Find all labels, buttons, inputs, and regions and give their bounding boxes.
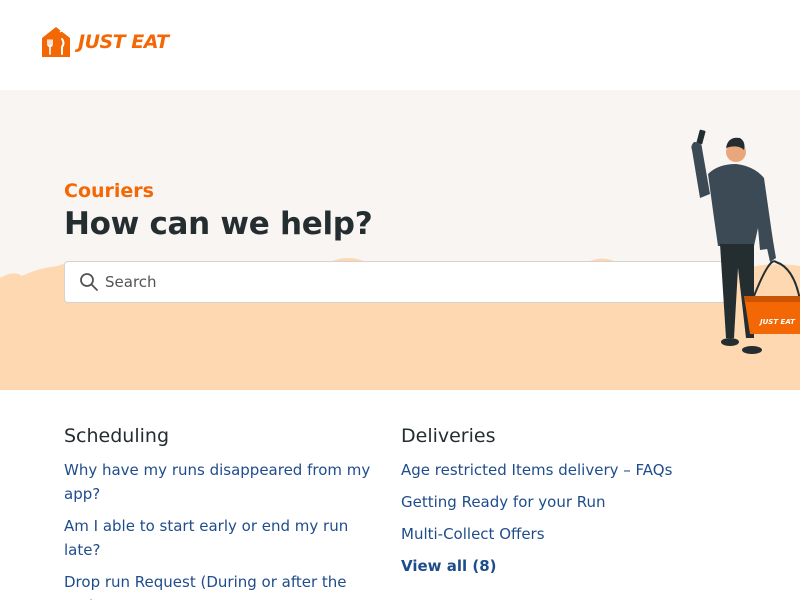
page-title: How can we help?: [64, 206, 373, 242]
article-link[interactable]: Am I able to start early or end my run l…: [64, 514, 374, 562]
courier-with-basket-illustration: JUST EAT: [691, 129, 800, 354]
category-title: Deliveries: [401, 425, 496, 447]
hero-subtitle: Couriers: [64, 180, 154, 202]
site-header: JUST EAT: [0, 0, 800, 90]
logo-wordmark: JUST EAT: [78, 31, 169, 53]
article-link[interactable]: Multi-Collect Offers: [401, 522, 711, 546]
search-input[interactable]: [105, 262, 715, 302]
article-link[interactable]: Drop run Request (During or after the ru…: [64, 570, 374, 600]
hero-banner: Couriers How can we help? JUST EAT: [0, 90, 800, 390]
article-link[interactable]: Why have my runs disappeared from my app…: [64, 458, 374, 506]
search-icon: [80, 273, 98, 291]
basket-logo-text: JUST EAT: [758, 318, 796, 326]
article-link[interactable]: Getting Ready for your Run: [401, 490, 711, 514]
article-link[interactable]: Age restricted Items delivery – FAQs: [401, 458, 711, 482]
just-eat-logo[interactable]: JUST EAT: [40, 26, 169, 58]
view-all-link[interactable]: View all (8): [401, 554, 711, 578]
category-title: Scheduling: [64, 425, 170, 447]
category-deliveries: Deliveries Age restricted Items delivery…: [401, 424, 711, 578]
search-box[interactable]: [64, 261, 731, 303]
house-fork-knife-logo-icon: [42, 27, 70, 57]
category-scheduling: Scheduling Why have my runs disappeared …: [64, 424, 374, 600]
